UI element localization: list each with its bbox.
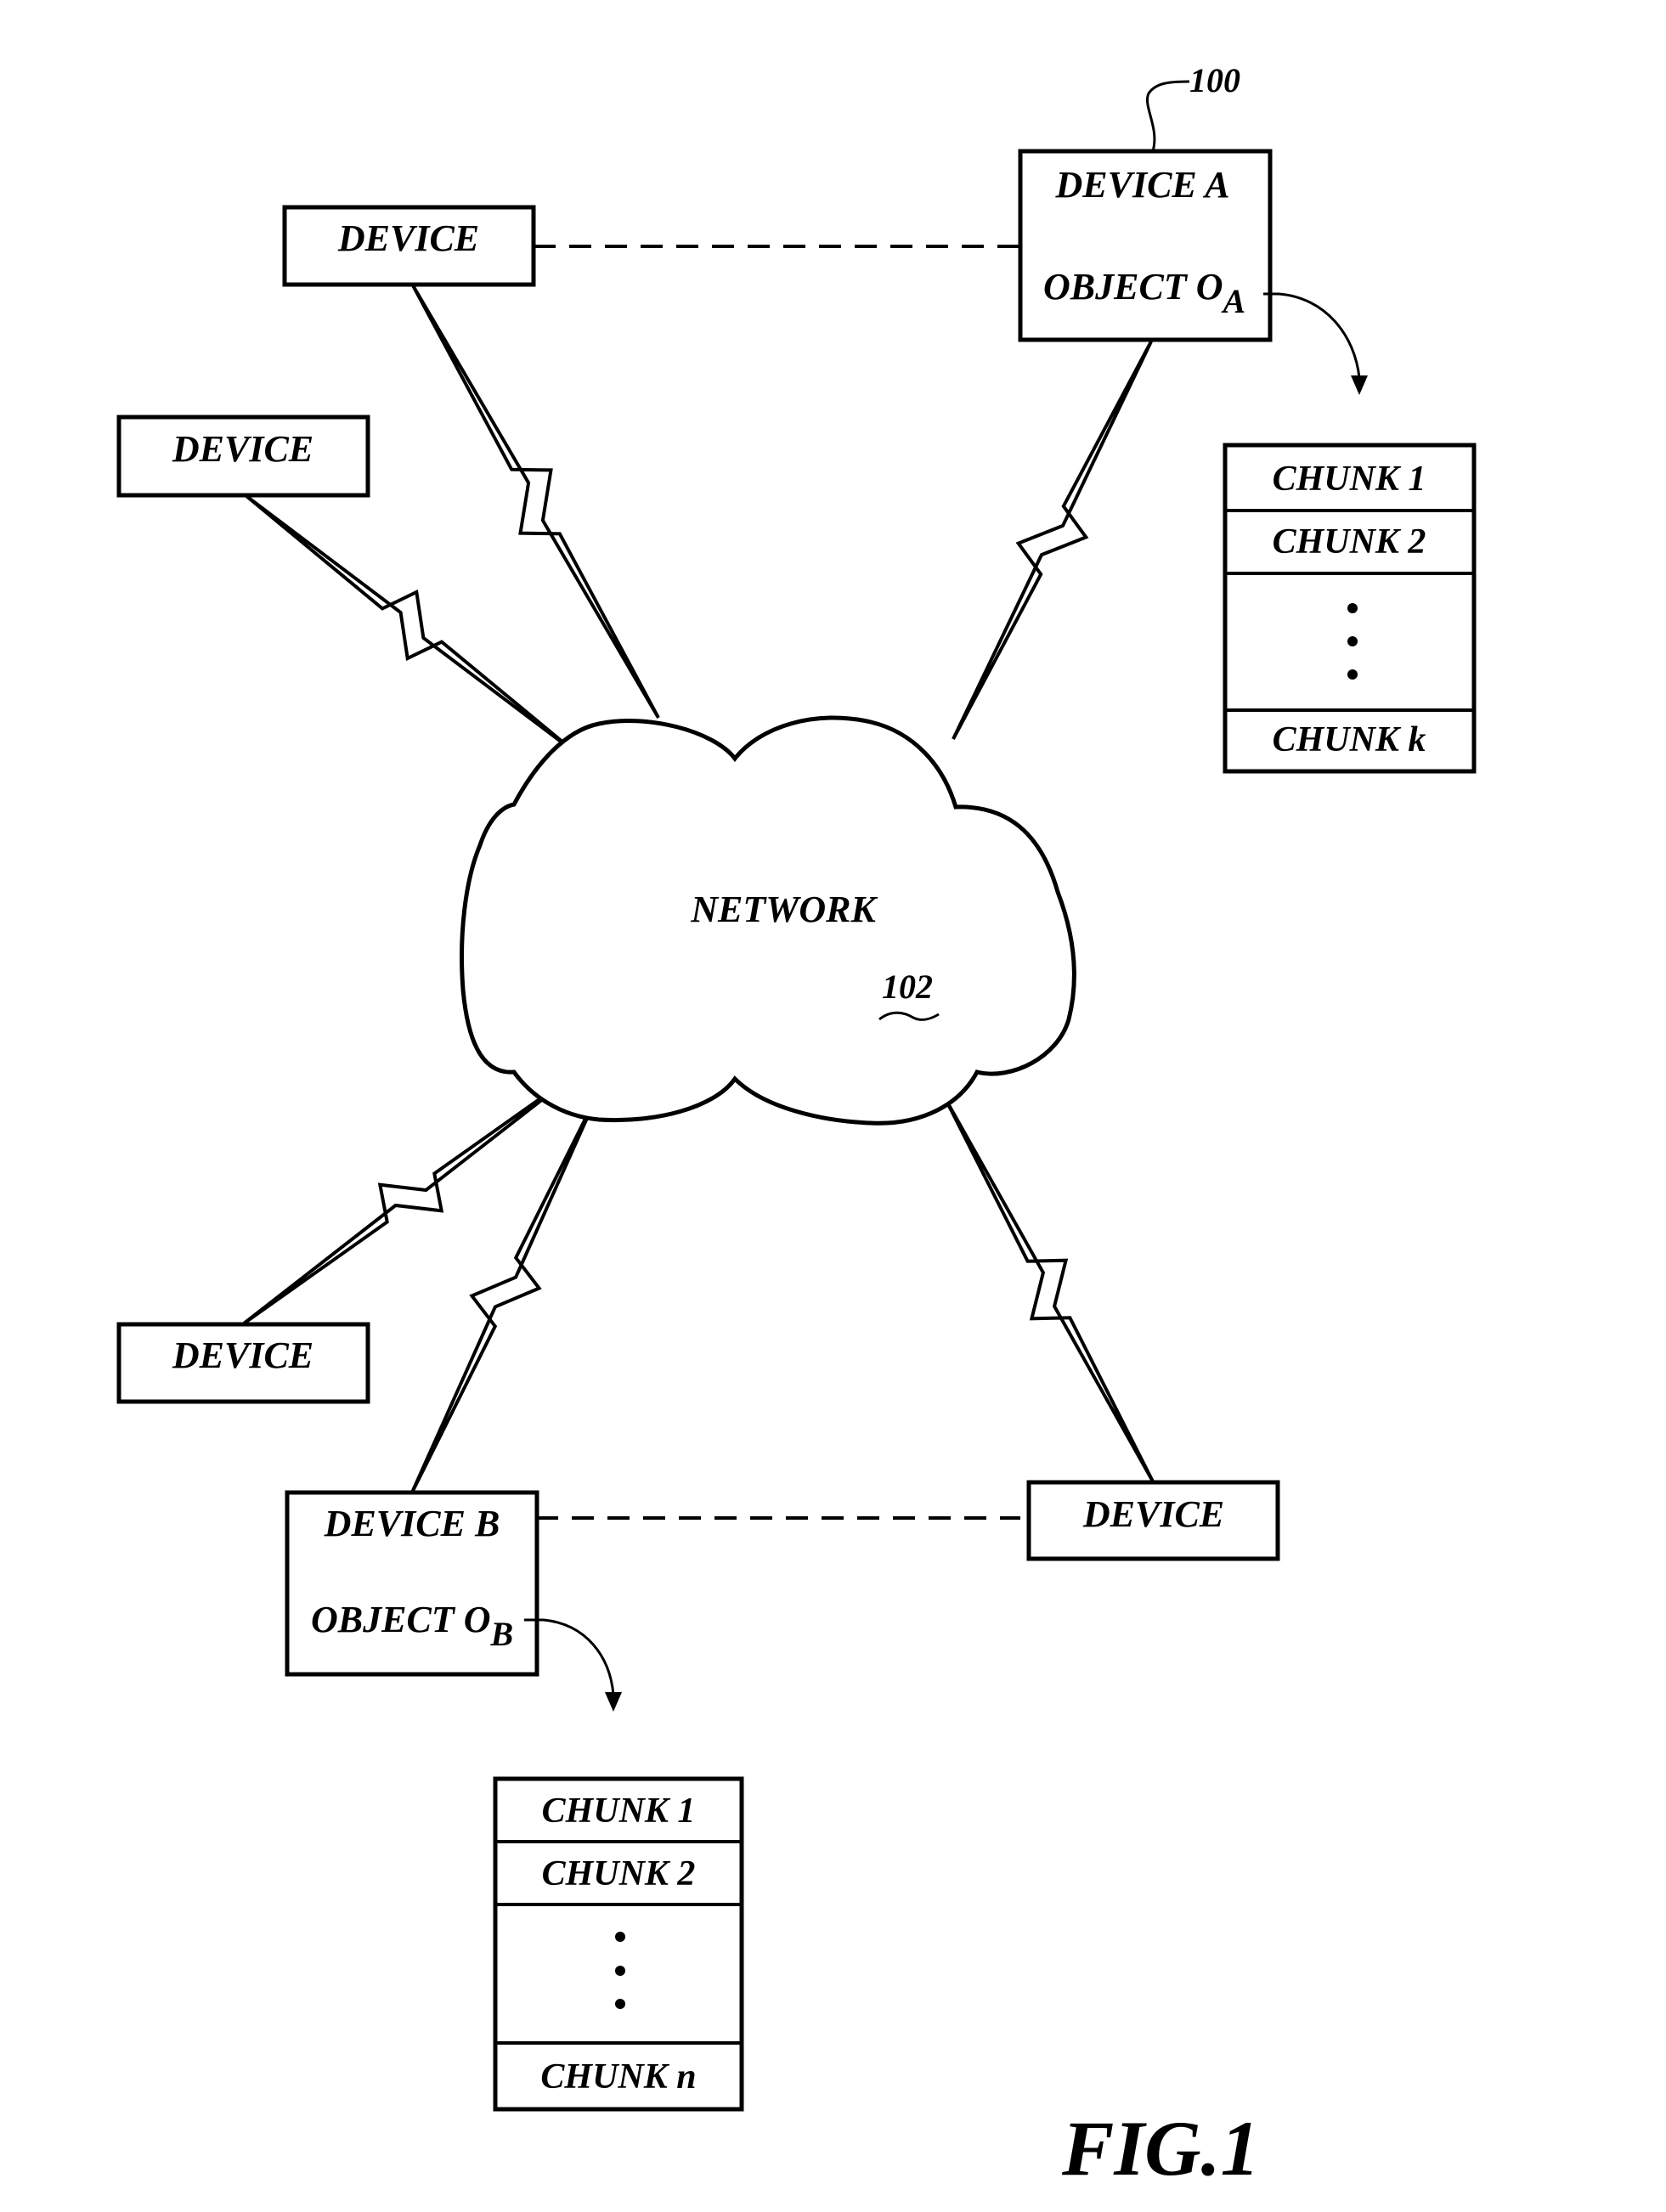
system-ref-number: 100	[1189, 61, 1240, 99]
wireless-link-device-a	[952, 341, 1153, 740]
device-b-label: DEVICE B	[324, 1503, 500, 1544]
chunk-b-1: CHUNK 1	[542, 1792, 696, 1831]
figure-label: FIG.1	[1061, 2105, 1260, 2192]
network-ref-number: 102	[882, 968, 933, 1006]
network-diagram: NETWORK 102 DEVICE DEVICE DEVICE A OBJEC…	[116, 61, 1477, 2192]
object-a-arrow	[1263, 292, 1368, 395]
device-a[interactable]: DEVICE A OBJECT OA 100	[1018, 61, 1273, 342]
arrowhead-icon	[1351, 375, 1368, 395]
chunk-a-k: CHUNK k	[1273, 720, 1426, 759]
object-b-name: OBJECT O	[311, 1599, 490, 1640]
chunk-a-1: CHUNK 1	[1273, 460, 1426, 499]
device-top[interactable]: DEVICE	[282, 205, 536, 287]
device-lower-left[interactable]: DEVICE	[116, 1322, 370, 1404]
network-label: NETWORK	[690, 889, 878, 930]
object-a-name: OBJECT O	[1043, 266, 1223, 308]
object-b-subscript: B	[489, 1615, 513, 1653]
system-ref-leader	[1146, 80, 1190, 152]
chunk-a-2: CHUNK 2	[1273, 522, 1426, 561]
wireless-link-device-lower-right	[943, 1097, 1155, 1482]
chunk-list-a: CHUNK 1 CHUNK 2 CHUNK k	[1223, 443, 1477, 774]
device-lower-left-label: DEVICE	[172, 1335, 313, 1376]
arrowhead-icon	[605, 1692, 622, 1712]
chunk-b-n: CHUNK n	[540, 2057, 696, 2096]
device-a-label: DEVICE A	[1054, 164, 1229, 206]
network-cloud: NETWORK 102	[460, 715, 1076, 1126]
device-top-label: DEVICE	[337, 217, 479, 259]
device-left[interactable]: DEVICE	[116, 415, 370, 498]
chunk-list-b: CHUNK 1 CHUNK 2 CHUNK n	[493, 1776, 744, 2112]
wireless-link-device-b	[410, 1091, 601, 1493]
device-lower-right[interactable]: DEVICE	[1026, 1480, 1280, 1561]
device-b[interactable]: DEVICE B OBJECT OB	[285, 1490, 539, 1677]
object-a-subscript: A	[1220, 282, 1245, 320]
device-left-label: DEVICE	[172, 428, 313, 470]
chunk-b-2: CHUNK 2	[542, 1854, 696, 1893]
device-lower-right-label: DEVICE	[1082, 1493, 1224, 1535]
